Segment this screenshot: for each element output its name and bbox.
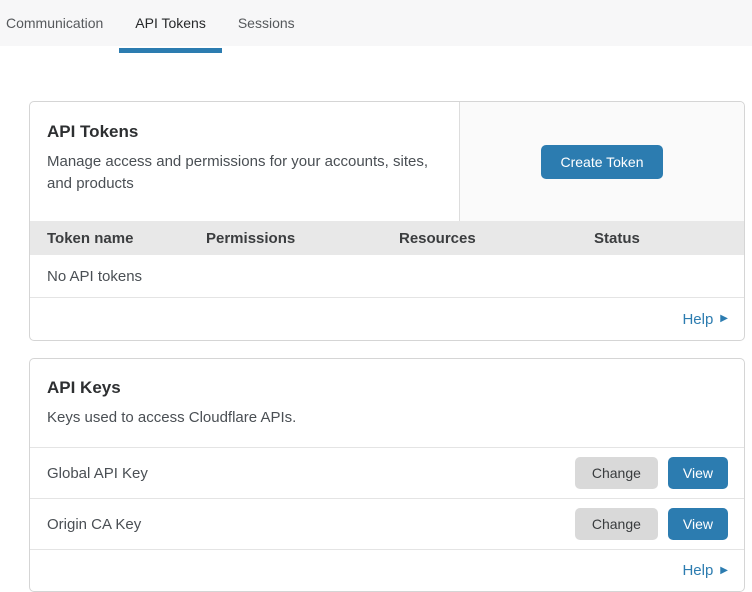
column-header-permissions: Permissions xyxy=(206,230,399,247)
api-tokens-card-header-text: API Tokens Manage access and permissions… xyxy=(30,102,460,221)
tab-bar: Communication API Tokens Sessions xyxy=(0,0,752,46)
tab-sessions[interactable]: Sessions xyxy=(222,0,311,46)
help-link-label: Help xyxy=(682,562,713,579)
main-content: API Tokens Manage access and permissions… xyxy=(29,101,745,592)
api-tokens-card-footer: Help ▶ xyxy=(30,298,744,340)
api-keys-help-link[interactable]: Help ▶ xyxy=(682,562,728,579)
column-header-resources: Resources xyxy=(399,230,594,247)
origin-ca-key-change-button[interactable]: Change xyxy=(575,508,658,540)
global-api-key-change-button[interactable]: Change xyxy=(575,457,658,489)
help-link-label: Help xyxy=(682,311,713,328)
api-tokens-help-link[interactable]: Help ▶ xyxy=(682,311,728,328)
column-header-token-name: Token name xyxy=(47,230,206,247)
api-tokens-title: API Tokens xyxy=(47,122,442,142)
api-tokens-card: API Tokens Manage access and permissions… xyxy=(29,101,745,341)
api-keys-card-footer: Help ▶ xyxy=(30,549,744,591)
tokens-table-header: Token name Permissions Resources Status xyxy=(30,221,744,255)
api-keys-card: API Keys Keys used to access Cloudflare … xyxy=(29,358,745,592)
key-row-actions: Change View xyxy=(575,508,728,540)
api-keys-card-header: API Keys Keys used to access Cloudflare … xyxy=(30,359,744,447)
tokens-empty-message: No API tokens xyxy=(47,268,142,285)
global-api-key-view-button[interactable]: View xyxy=(668,457,728,489)
create-token-button[interactable]: Create Token xyxy=(541,145,662,179)
tab-communication[interactable]: Communication xyxy=(0,0,119,46)
api-tokens-description: Manage access and permissions for your a… xyxy=(47,151,442,195)
api-tokens-card-action-area: Create Token xyxy=(460,102,744,221)
tab-api-tokens[interactable]: API Tokens xyxy=(119,0,222,46)
help-arrow-icon: ▶ xyxy=(720,314,728,324)
column-header-status: Status xyxy=(594,230,727,247)
key-row-label: Global API Key xyxy=(47,465,148,482)
help-arrow-icon: ▶ xyxy=(720,566,728,576)
key-row-origin-ca-key: Origin CA Key Change View xyxy=(30,498,744,549)
api-keys-title: API Keys xyxy=(47,378,727,398)
tokens-empty-row: No API tokens xyxy=(30,255,744,298)
key-row-global-api-key: Global API Key Change View xyxy=(30,447,744,498)
api-tokens-card-header: API Tokens Manage access and permissions… xyxy=(30,102,744,221)
key-row-actions: Change View xyxy=(575,457,728,489)
origin-ca-key-view-button[interactable]: View xyxy=(668,508,728,540)
key-row-label: Origin CA Key xyxy=(47,516,141,533)
api-keys-description: Keys used to access Cloudflare APIs. xyxy=(47,407,727,429)
